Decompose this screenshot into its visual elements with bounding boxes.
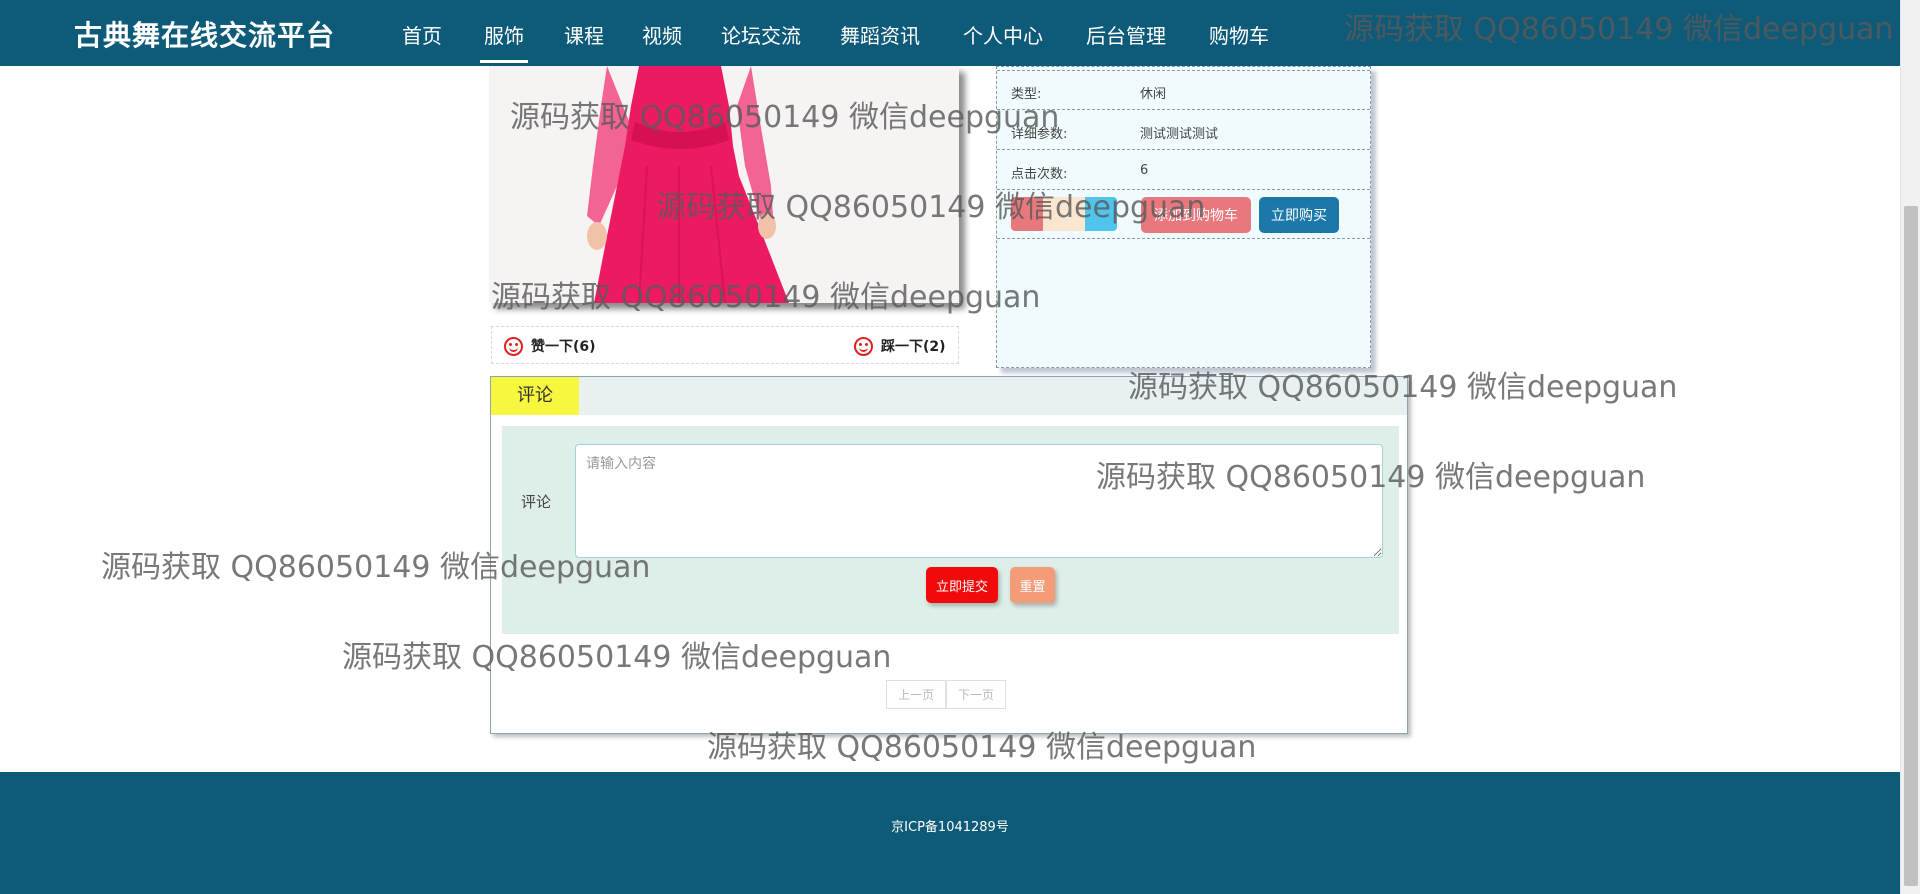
reset-button[interactable]: 重置 (1010, 567, 1055, 603)
tab-comment[interactable]: 评论 (491, 377, 579, 415)
like-label: 赞一下(6) (531, 339, 596, 355)
product-info-panel: 类型: 休闲 详细参数: 测试测试测试 点击次数: 6 添加到购物车 立即购买 (996, 66, 1371, 368)
info-label: 类型: (1011, 87, 1042, 102)
comment-form: 评论 立即提交 重置 (502, 426, 1399, 634)
add-to-cart-button[interactable]: 添加到购物车 (1141, 197, 1251, 233)
info-label: 点击次数: (1011, 167, 1068, 182)
quantity-stepper[interactable] (1011, 197, 1117, 231)
comment-textarea[interactable] (575, 444, 1383, 558)
submit-button[interactable]: 立即提交 (926, 567, 998, 603)
like-button[interactable]: 赞一下(6) (504, 336, 596, 356)
dislike-label: 踩一下(2) (881, 339, 946, 355)
nav-videos[interactable]: 视频 (642, 20, 682, 49)
vote-bar: 赞一下(6) 踩一下(2) (491, 326, 959, 364)
site-brand[interactable]: 古典舞在线交流平台 (74, 14, 335, 54)
page-scrollbar[interactable] (1900, 0, 1920, 894)
footer: 京ICP备1041289号 (0, 772, 1900, 894)
info-value: 休闲 (1140, 87, 1167, 102)
next-page-button[interactable]: 下一页 (946, 680, 1007, 709)
prev-page-button[interactable]: 上一页 (886, 680, 947, 709)
top-nav: 古典舞在线交流平台 首页 服饰 课程 视频 论坛交流 舞蹈资讯 个人中心 后台管… (0, 0, 1900, 66)
sad-face-icon (854, 336, 873, 356)
smile-icon (504, 336, 523, 356)
minus-button[interactable] (1011, 197, 1043, 231)
info-row-type: 类型: 休闲 (997, 71, 1370, 110)
nav-dance-news[interactable]: 舞蹈资讯 (840, 20, 920, 49)
scrollbar-thumb[interactable] (1904, 206, 1918, 886)
info-label: 详细参数: (1011, 127, 1068, 142)
info-row-params: 详细参数: 测试测试测试 (997, 111, 1370, 150)
quantity-input[interactable] (1043, 197, 1085, 231)
pagination: 上一页 下一页 (886, 680, 1007, 709)
nav-admin[interactable]: 后台管理 (1086, 20, 1166, 49)
info-row-clicks: 点击次数: 6 (997, 151, 1370, 190)
nav-personal-center[interactable]: 个人中心 (963, 20, 1043, 49)
nav-home[interactable]: 首页 (402, 20, 442, 49)
comment-section: 评论 评论 立即提交 重置 上一页 下一页 (490, 376, 1408, 734)
info-row-actions: 添加到购物车 立即购买 (997, 191, 1370, 239)
nav-courses[interactable]: 课程 (564, 20, 604, 49)
buy-now-button[interactable]: 立即购买 (1259, 197, 1339, 233)
product-image (489, 66, 959, 303)
nav-forum[interactable]: 论坛交流 (721, 20, 801, 49)
dislike-button[interactable]: 踩一下(2) (854, 336, 946, 356)
comment-header: 评论 (491, 377, 1407, 415)
red-dress-photo (489, 66, 959, 303)
info-value: 测试测试测试 (1140, 127, 1219, 142)
info-value: 6 (1140, 163, 1149, 178)
icp-number: 京ICP备1041289号 (891, 820, 1009, 835)
comment-field-label: 评论 (521, 493, 552, 511)
plus-button[interactable] (1085, 197, 1117, 231)
nav-cart[interactable]: 购物车 (1209, 20, 1269, 49)
nav-clothing[interactable]: 服饰 (480, 20, 528, 63)
